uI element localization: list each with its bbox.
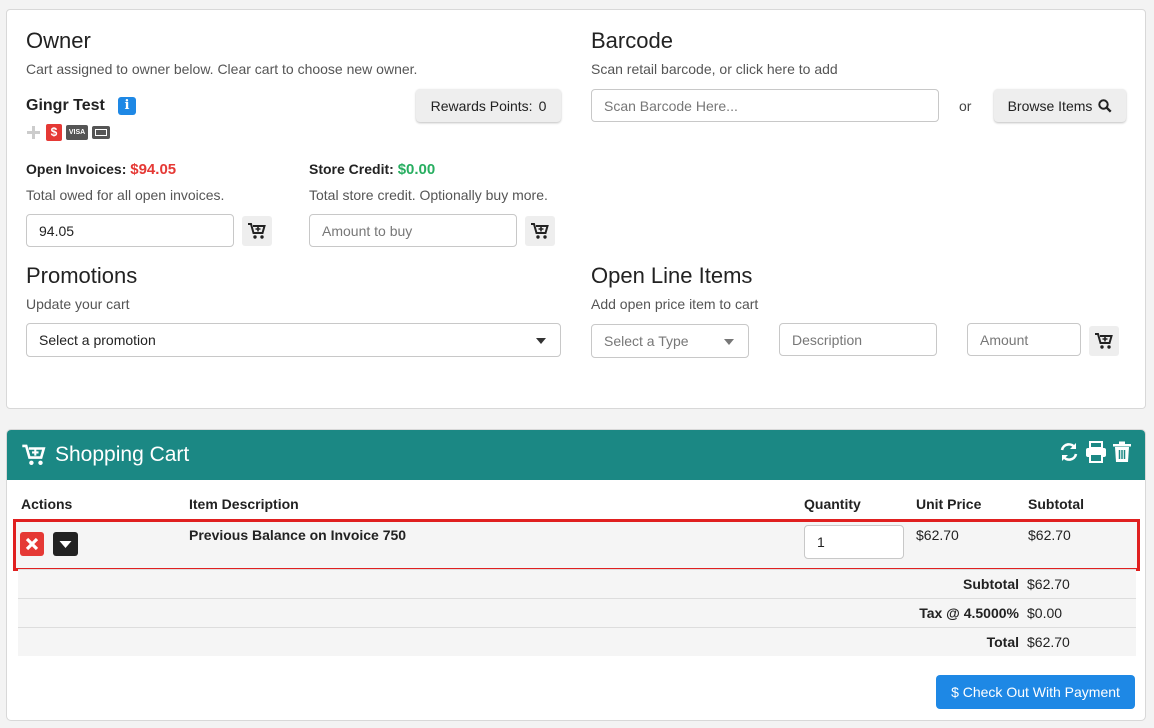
- cart-plus-icon: [1095, 333, 1113, 349]
- remove-item-button[interactable]: [20, 532, 44, 556]
- open-invoices-label: Open Invoices:: [26, 161, 127, 177]
- item-subtotal: $62.70: [1028, 527, 1071, 543]
- column-header-quantity: Quantity: [804, 496, 861, 512]
- line-item-amount-input[interactable]: [967, 323, 1081, 356]
- owner-title: Owner: [26, 28, 91, 53]
- plus-icon: [26, 125, 41, 140]
- open-invoices-amount-input[interactable]: [26, 214, 234, 247]
- refresh-icon[interactable]: [1058, 441, 1080, 468]
- cart-plus-icon: [21, 443, 47, 472]
- cart-plus-icon: [531, 223, 549, 239]
- promotions-title: Promotions: [26, 263, 138, 288]
- dollar-icon: $: [46, 124, 62, 141]
- browse-items-button[interactable]: Browse Items: [994, 89, 1126, 122]
- browse-items-label: Browse Items: [1007, 97, 1093, 114]
- trash-icon[interactable]: [1112, 441, 1132, 468]
- barcode-title: Barcode: [591, 28, 673, 53]
- open-invoices-desc: Total owed for all open invoices.: [26, 187, 225, 203]
- open-invoices-amount: $94.05: [130, 161, 177, 178]
- table-row: Previous Balance on Invoice 750 $62.70 $…: [13, 519, 1140, 571]
- shopping-cart-panel: Shopping Cart Actions Item Description Q…: [6, 429, 1146, 721]
- tax-label: Tax @ 4.5000%: [919, 605, 1019, 621]
- shopping-cart-header: Shopping Cart: [7, 430, 1145, 480]
- close-icon: [25, 537, 39, 551]
- rewards-points-button[interactable]: Rewards Points: 0: [416, 89, 561, 122]
- print-icon[interactable]: [1085, 441, 1107, 468]
- store-credit-heading: Store Credit: $0.00: [309, 161, 435, 178]
- barcode-subtitle[interactable]: Scan retail barcode, or click here to ad…: [591, 61, 838, 77]
- rewards-value: 0: [538, 97, 547, 114]
- promotions-subtitle: Update your cart: [26, 296, 130, 312]
- item-description: Previous Balance on Invoice 750: [189, 527, 407, 543]
- chevron-down-icon: [724, 339, 734, 345]
- cart-setup-panel: Owner Cart assigned to owner below. Clea…: [6, 9, 1146, 409]
- info-icon[interactable]: i: [118, 97, 136, 115]
- barcode-input[interactable]: [591, 89, 939, 122]
- store-credit-label: Store Credit:: [309, 161, 394, 177]
- promotion-select-value: Select a promotion: [39, 332, 156, 348]
- column-header-subtotal: Subtotal: [1028, 496, 1084, 512]
- item-quantity-input[interactable]: [804, 525, 904, 559]
- total-value: $62.70: [1027, 634, 1070, 650]
- tax-value: $0.00: [1027, 605, 1063, 621]
- subtotal-row: Subtotal $62.70: [18, 569, 1136, 598]
- store-credit-desc: Total store credit. Optionally buy more.: [309, 187, 548, 203]
- search-icon: [1098, 98, 1112, 113]
- cart-plus-icon: [248, 223, 266, 239]
- chevron-down-icon: [536, 338, 546, 344]
- store-credit-amount: $0.00: [397, 161, 436, 178]
- column-header-unit-price: Unit Price: [916, 496, 982, 512]
- buy-store-credit-button[interactable]: [525, 216, 555, 246]
- subtotal-label: Subtotal: [963, 576, 1019, 592]
- add-line-item-button[interactable]: [1089, 326, 1119, 356]
- line-item-type-select[interactable]: Select a Type: [591, 324, 749, 358]
- open-line-items-subtitle: Add open price item to cart: [591, 296, 759, 312]
- item-unit-price: $62.70: [916, 527, 959, 543]
- card-icon: [91, 125, 111, 140]
- open-line-items-title: Open Line Items: [591, 263, 753, 288]
- tax-row: Tax @ 4.5000% $0.00: [18, 598, 1136, 627]
- shopping-cart-title: Shopping Cart: [55, 443, 190, 466]
- store-credit-amount-input[interactable]: [309, 214, 517, 247]
- line-item-type-placeholder: Select a Type: [604, 333, 689, 349]
- open-invoices-heading: Open Invoices: $94.05: [26, 161, 176, 178]
- column-header-actions: Actions: [21, 496, 73, 512]
- visa-card-icon: VISA: [66, 125, 88, 140]
- chevron-down-icon: [59, 541, 72, 548]
- total-label: Total: [986, 634, 1019, 650]
- owner-name[interactable]: Gingr Test: [26, 97, 105, 115]
- checkout-with-payment-button[interactable]: $ Check Out With Payment: [936, 675, 1135, 709]
- add-invoices-to-cart-button[interactable]: [242, 216, 272, 246]
- promotion-select[interactable]: Select a promotion: [26, 323, 561, 357]
- subtotal-value: $62.70: [1027, 576, 1070, 592]
- rewards-label: Rewards Points:: [430, 97, 533, 114]
- or-text: or: [959, 98, 972, 114]
- column-header-description: Item Description: [189, 496, 299, 512]
- total-row: Total $62.70: [18, 627, 1136, 656]
- owner-subtitle: Cart assigned to owner below. Clear cart…: [26, 61, 418, 77]
- line-item-description-input[interactable]: [779, 323, 937, 356]
- item-options-dropdown-button[interactable]: [53, 532, 78, 556]
